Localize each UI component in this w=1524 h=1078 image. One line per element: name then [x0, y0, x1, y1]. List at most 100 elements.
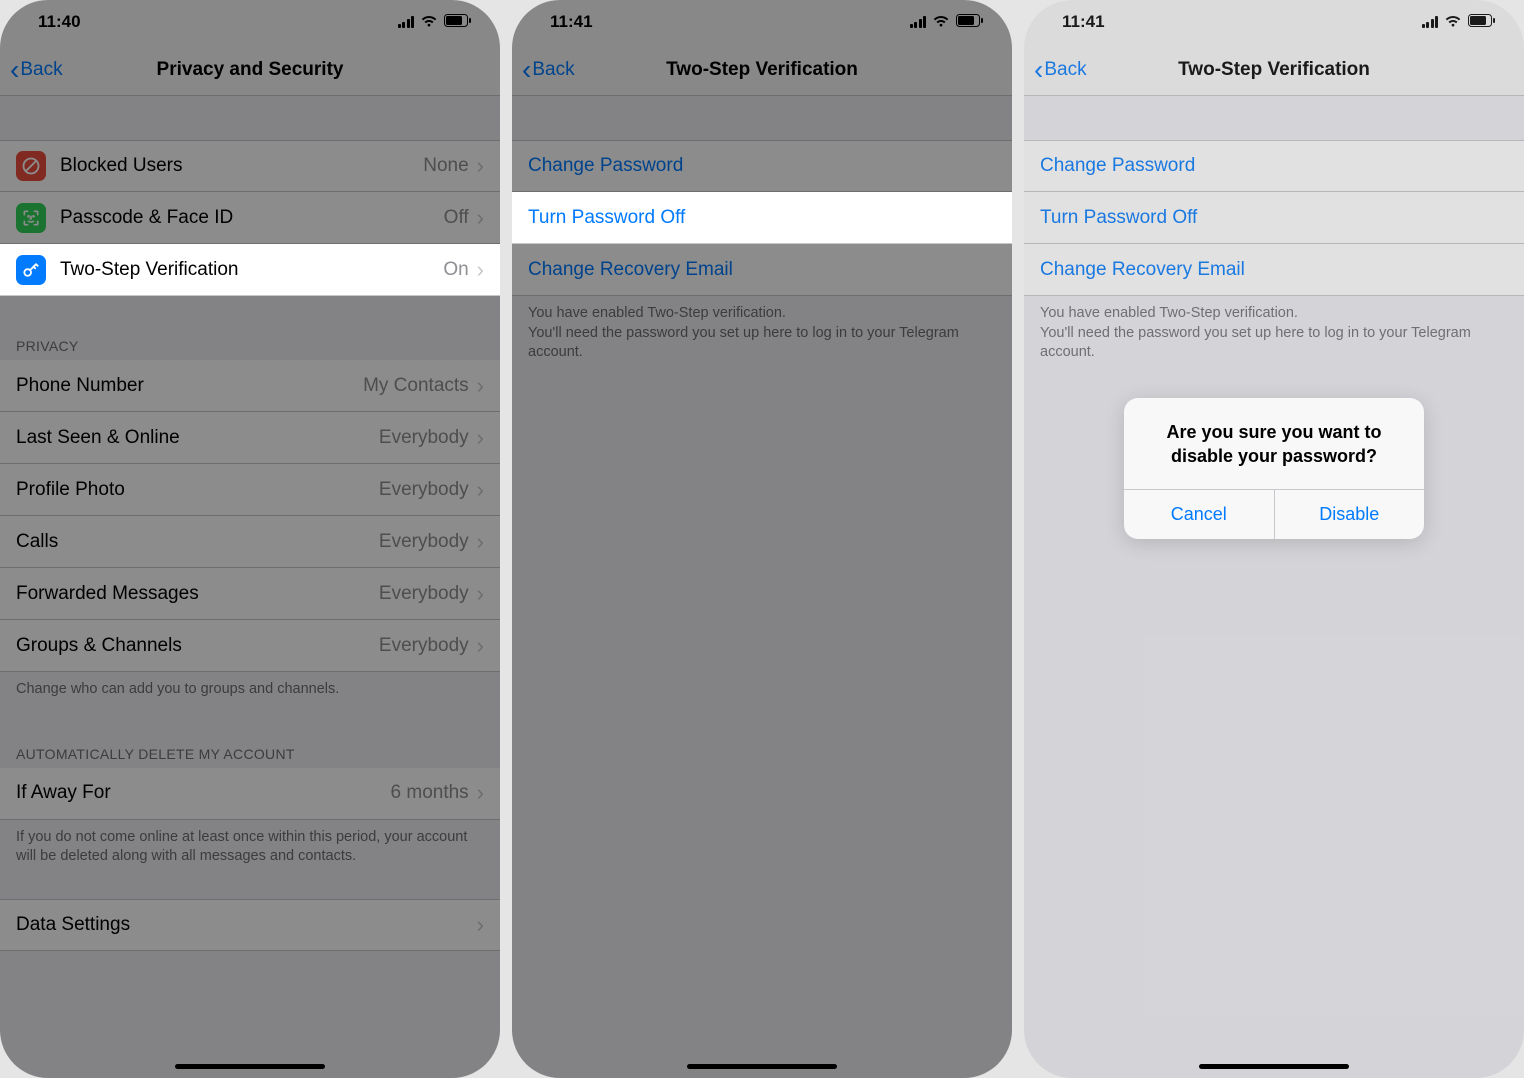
page-title: Two-Step Verification [1024, 59, 1524, 81]
row-value: None [423, 155, 468, 177]
row-label: Phone Number [16, 375, 363, 397]
section-footer: You have enabled Two-Step verification. … [512, 296, 1012, 367]
section-data: Data Settings › [0, 899, 500, 951]
row-value: 6 months [391, 782, 469, 804]
row-blocked-users[interactable]: Blocked Users None › [0, 140, 500, 192]
chevron-right-icon: › [477, 257, 484, 283]
row-data-settings[interactable]: Data Settings › [0, 899, 500, 951]
section-two-step-options: Change Password Turn Password Off Change… [512, 140, 1012, 367]
row-label: Turn Password Off [528, 207, 996, 229]
row-value: Everybody [379, 531, 469, 553]
cellular-icon [398, 16, 415, 28]
row-value: Everybody [379, 427, 469, 449]
section-auto-delete: AUTOMATICALLY DELETE MY ACCOUNT If Away … [0, 740, 500, 871]
content: Change Password Turn Password Off Change… [1024, 140, 1524, 367]
chevron-right-icon: › [477, 529, 484, 555]
row-label: Forwarded Messages [16, 583, 379, 605]
row-value: Everybody [379, 583, 469, 605]
wifi-icon [932, 12, 950, 32]
screen-3-disable-confirm: 11:41 ‹ Back Two-Step Verification Chang… [1024, 0, 1524, 1078]
status-icons [910, 12, 985, 32]
back-label: Back [1044, 59, 1086, 81]
row-value: My Contacts [363, 375, 469, 397]
page-title: Two-Step Verification [512, 59, 1012, 81]
row-change-recovery-email[interactable]: Change Recovery Email [1024, 244, 1524, 296]
status-time: 11:40 [38, 12, 81, 32]
alert-buttons: Cancel Disable [1124, 489, 1424, 539]
wifi-icon [420, 12, 438, 32]
screen-1-privacy-security: 11:40 ‹ Back Privacy and Security Blocke… [0, 0, 500, 1078]
chevron-right-icon: › [477, 912, 484, 938]
nav-bar: ‹ Back Two-Step Verification [1024, 44, 1524, 96]
section-header-delete: AUTOMATICALLY DELETE MY ACCOUNT [0, 740, 500, 768]
status-bar: 11:40 [0, 0, 500, 44]
row-value: Everybody [379, 635, 469, 657]
row-change-password[interactable]: Change Password [512, 140, 1012, 192]
back-button[interactable]: ‹ Back [1034, 56, 1087, 84]
row-label: Change Recovery Email [1040, 259, 1508, 281]
section-header-privacy: PRIVACY [0, 332, 500, 360]
back-button[interactable]: ‹ Back [10, 56, 63, 84]
row-change-recovery-email[interactable]: Change Recovery Email [512, 244, 1012, 296]
row-profile-photo[interactable]: Profile Photo Everybody › [0, 464, 500, 516]
row-label: Change Password [1040, 155, 1508, 177]
row-if-away-for[interactable]: If Away For 6 months › [0, 768, 500, 820]
chevron-left-icon: ‹ [10, 56, 19, 84]
row-label: Turn Password Off [1040, 207, 1508, 229]
chevron-right-icon: › [477, 373, 484, 399]
key-icon [16, 255, 46, 285]
row-label: Blocked Users [60, 155, 423, 177]
row-label: Data Settings [16, 914, 477, 936]
back-label: Back [20, 59, 62, 81]
row-value: Off [444, 207, 469, 229]
back-label: Back [532, 59, 574, 81]
content: Blocked Users None › Passcode & Face ID … [0, 140, 500, 951]
row-label: Last Seen & Online [16, 427, 379, 449]
cellular-icon [1422, 16, 1439, 28]
status-time: 11:41 [550, 12, 593, 32]
row-two-step-verification[interactable]: Two-Step Verification On › [0, 244, 500, 296]
chevron-right-icon: › [477, 633, 484, 659]
chevron-right-icon: › [477, 205, 484, 231]
row-label: Calls [16, 531, 379, 553]
faceid-icon [16, 203, 46, 233]
row-value: On [443, 259, 468, 281]
chevron-right-icon: › [477, 477, 484, 503]
row-label: Change Recovery Email [528, 259, 996, 281]
home-indicator[interactable] [175, 1064, 325, 1069]
row-label: Profile Photo [16, 479, 379, 501]
row-change-password[interactable]: Change Password [1024, 140, 1524, 192]
status-icons [398, 12, 473, 32]
row-phone-number[interactable]: Phone Number My Contacts › [0, 360, 500, 412]
chevron-left-icon: ‹ [522, 56, 531, 84]
page-title: Privacy and Security [0, 59, 500, 81]
battery-icon [956, 12, 984, 32]
content: Change Password Turn Password Off Change… [512, 140, 1012, 367]
row-turn-password-off[interactable]: Turn Password Off [1024, 192, 1524, 244]
nav-bar: ‹ Back Privacy and Security [0, 44, 500, 96]
battery-icon [1468, 12, 1496, 32]
row-value: Everybody [379, 479, 469, 501]
status-bar: 11:41 [512, 0, 1012, 44]
chevron-left-icon: ‹ [1034, 56, 1043, 84]
status-icons [1422, 12, 1497, 32]
home-indicator[interactable] [687, 1064, 837, 1069]
status-time: 11:41 [1062, 12, 1105, 32]
cancel-button[interactable]: Cancel [1124, 490, 1275, 539]
section-privacy: PRIVACY Phone Number My Contacts › Last … [0, 332, 500, 704]
row-label: Change Password [528, 155, 996, 177]
alert-message: Are you sure you want to disable your pa… [1124, 398, 1424, 489]
section-two-step-options: Change Password Turn Password Off Change… [1024, 140, 1524, 367]
home-indicator[interactable] [1199, 1064, 1349, 1069]
row-passcode-faceid[interactable]: Passcode & Face ID Off › [0, 192, 500, 244]
row-label: Passcode & Face ID [60, 207, 444, 229]
row-calls[interactable]: Calls Everybody › [0, 516, 500, 568]
status-bar: 11:41 [1024, 0, 1524, 44]
back-button[interactable]: ‹ Back [522, 56, 575, 84]
row-last-seen[interactable]: Last Seen & Online Everybody › [0, 412, 500, 464]
row-forwarded-messages[interactable]: Forwarded Messages Everybody › [0, 568, 500, 620]
row-turn-password-off[interactable]: Turn Password Off [512, 192, 1012, 244]
disable-button[interactable]: Disable [1275, 490, 1425, 539]
row-groups-channels[interactable]: Groups & Channels Everybody › [0, 620, 500, 672]
battery-icon [444, 12, 472, 32]
